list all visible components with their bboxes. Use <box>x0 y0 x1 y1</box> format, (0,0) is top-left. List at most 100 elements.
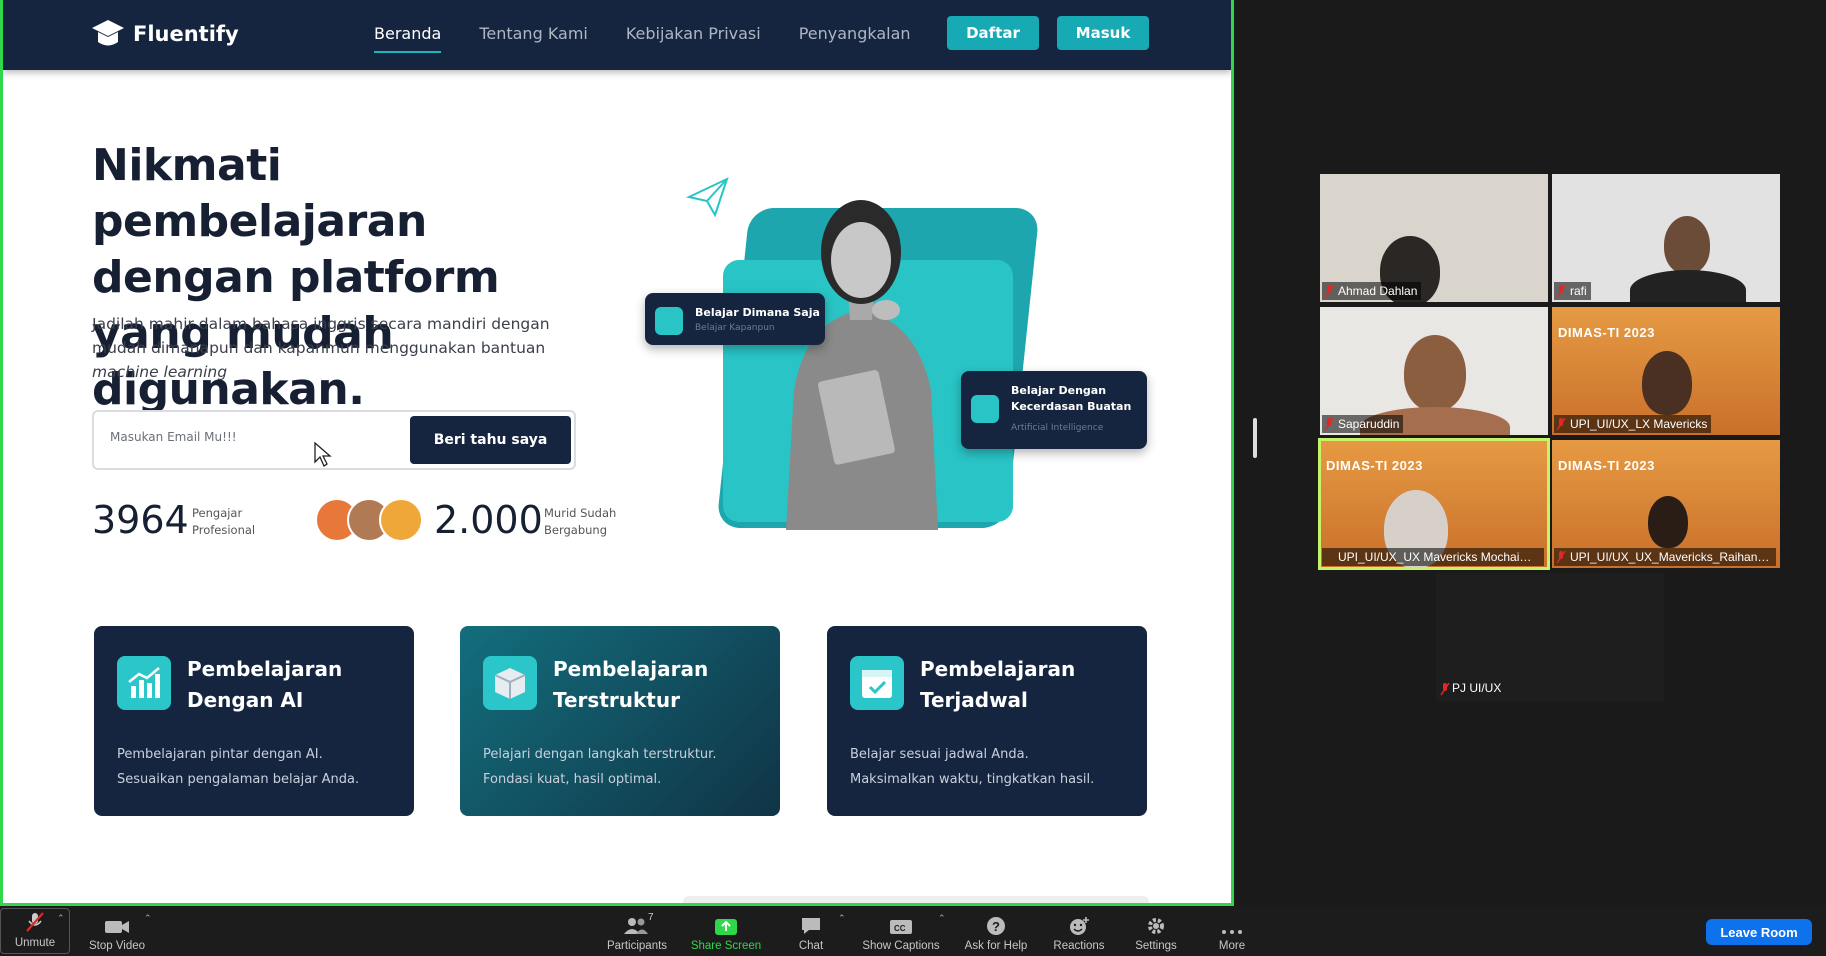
feature-card-ai[interactable]: Pembelajaran Dengan AI Pembelajaran pinta… <box>94 626 414 816</box>
learn-anywhere-card: Belajar Dimana Saja Belajar Kapanpun <box>645 293 825 345</box>
nav-kebijakan-privasi[interactable]: Kebijakan Privasi <box>626 24 761 53</box>
email-input[interactable] <box>110 430 390 444</box>
participants-count: 7 <box>648 912 654 923</box>
site-nav-links: Beranda Tentang Kami Kebijakan Privasi P… <box>374 24 911 53</box>
feature-title-line-2: Terjadwal <box>920 688 1028 712</box>
shared-screen: Fluentify Beranda Tentang Kami Kebijakan… <box>0 0 1234 906</box>
student-count: 2.000 <box>434 498 543 542</box>
calendar-icon <box>850 656 904 710</box>
chart-icon <box>117 656 171 710</box>
more-button[interactable]: More <box>1208 906 1256 956</box>
ai-learning-title-line-1: Belajar Dengan <box>1011 384 1107 397</box>
svg-text:?: ? <box>992 919 1000 934</box>
box-icon <box>483 656 537 710</box>
panel-resize-handle[interactable] <box>1253 418 1257 458</box>
feature-title-line-2: Dengan AI <box>187 688 304 712</box>
stop-video-button[interactable]: Stop Video <box>82 906 152 956</box>
share-screen-label: Share Screen <box>690 940 762 952</box>
captions-icon: CC <box>890 920 912 934</box>
muted-mic-icon <box>1440 682 1450 696</box>
settings-button[interactable]: Settings <box>1126 906 1186 956</box>
participant-name: PJ UI/UX <box>1452 681 1502 695</box>
feature-title: Pembelajaran Dengan AI <box>187 654 342 716</box>
participant-video <box>1664 216 1710 274</box>
muted-mic-icon <box>1556 550 1566 564</box>
hero-illustration: Belajar Dimana Saja Belajar Kapanpun Bel… <box>643 170 1163 530</box>
nav-beranda[interactable]: Beranda <box>374 24 442 53</box>
ask-for-help-button[interactable]: ? Ask for Help <box>958 906 1034 956</box>
zoom-meeting-window: Fluentify Beranda Tentang Kami Kebijakan… <box>0 0 1826 956</box>
participant-tile[interactable]: rafi <box>1552 174 1780 302</box>
learn-anywhere-subtitle: Belajar Kapanpun <box>695 323 775 333</box>
chat-options-caret[interactable]: ⌃ <box>838 913 846 924</box>
email-signup-form: Beri tahu saya <box>92 410 576 470</box>
feature-description: Pembelajaran pintar dengan AI. Sesuaikan … <box>117 742 402 792</box>
event-banner-text: DIMAS-TI 2023 <box>1558 325 1655 340</box>
ask-for-help-label: Ask for Help <box>964 940 1028 952</box>
event-banner-text: DIMAS-TI 2023 <box>1558 458 1655 473</box>
chat-button[interactable]: Chat <box>785 906 837 956</box>
learn-anywhere-title: Belajar Dimana Saja <box>695 306 820 319</box>
teacher-count-label: Pengajar Profesional <box>192 505 255 539</box>
avatar <box>379 498 423 542</box>
site-logo[interactable]: Fluentify <box>91 18 239 50</box>
participant-tile-active-speaker[interactable]: DIMAS-TI 2023 UPI_UI/UX_UX Mavericks Moc… <box>1318 438 1550 570</box>
reactions-button[interactable]: Reactions <box>1048 906 1110 956</box>
feature-desc-line-2: Maksimalkan waktu, tingkatkan hasil. <box>850 772 1095 787</box>
graduation-cap-icon <box>92 20 124 46</box>
screen-icon <box>971 395 999 423</box>
participant-tile[interactable]: Ahmad Dahlan <box>1320 174 1548 302</box>
more-dots-icon <box>1222 930 1242 934</box>
nav-penyangkalan[interactable]: Penyangkalan <box>799 24 911 53</box>
notify-me-button[interactable]: Beri tahu saya <box>410 416 571 464</box>
feature-desc-line-2: Sesuaikan pengalaman belajar Anda. <box>117 772 360 787</box>
event-banner-text: DIMAS-TI 2023 <box>1326 458 1423 473</box>
brand-name: Fluentify <box>133 22 239 46</box>
ai-learning-title-line-2: Kecerdasan Buatan <box>1011 400 1132 413</box>
nav-tentang-kami[interactable]: Tentang Kami <box>479 24 588 53</box>
reactions-label: Reactions <box>1053 940 1105 952</box>
video-camera-icon <box>105 921 129 933</box>
participant-name: UPI_UI/UX_UX Mavericks Mochaimin M... <box>1322 548 1544 566</box>
participant-tile[interactable]: DIMAS-TI 2023 UPI_UI/UX_UX_Mavericks_Rai… <box>1552 440 1780 568</box>
settings-label: Settings <box>1135 940 1177 952</box>
feature-card-scheduled[interactable]: Pembelajaran Terjadwal Belajar sesuai jad… <box>827 626 1147 816</box>
emoji-reaction-icon <box>1070 917 1089 935</box>
feature-card-structured[interactable]: Pembelajaran Terstruktur Pelajari dengan … <box>460 626 780 816</box>
hero-description-emphasis: machine learning <box>92 363 228 381</box>
share-screen-icon <box>715 919 737 935</box>
svg-text:CC: CC <box>894 924 906 933</box>
audio-options-caret[interactable]: ⌃ <box>57 913 65 924</box>
participant-video <box>1648 496 1688 548</box>
unmute-label: Unmute <box>14 937 56 949</box>
daftar-button[interactable]: Daftar <box>947 16 1039 50</box>
ai-learning-card: Belajar Dengan Kecerdasan Buatan Artific… <box>961 371 1147 449</box>
feature-desc-line-2: Fondasi kuat, hasil optimal. <box>483 772 662 787</box>
student-woman-image <box>786 200 938 530</box>
participant-tile[interactable]: DIMAS-TI 2023 UPI_UI/UX_LX Mavericks <box>1552 307 1780 435</box>
muted-mic-icon <box>1324 417 1334 431</box>
mouse-pointer-icon <box>314 442 332 467</box>
participants-button[interactable]: Participants <box>603 906 671 956</box>
show-captions-label: Show Captions <box>862 940 940 952</box>
participant-tile[interactable]: Saparuddin <box>1320 307 1548 435</box>
gear-icon <box>1148 918 1164 934</box>
participant-video <box>1404 335 1466 411</box>
share-screen-button[interactable]: Share Screen <box>688 906 764 956</box>
teacher-count: 3964 <box>92 498 189 542</box>
show-captions-button[interactable]: CC Show Captions <box>858 906 944 956</box>
book-icon <box>655 307 683 335</box>
muted-mic-icon <box>1324 284 1334 298</box>
video-options-caret[interactable]: ⌃ <box>144 913 152 924</box>
student-label-line-2: Bergabung <box>544 523 608 537</box>
meeting-toolbar: Unmute ⌃ Stop Video ⌃ Participants 7 Sha… <box>0 906 1826 956</box>
leave-room-button[interactable]: Leave Room <box>1706 919 1812 945</box>
feature-description: Pelajari dengan langkah terstruktur. Fond… <box>483 742 768 792</box>
captions-options-caret[interactable]: ⌃ <box>938 913 946 924</box>
masuk-button[interactable]: Masuk <box>1057 16 1149 50</box>
chat-bubble-icon <box>802 918 820 934</box>
hero-description-text: Jadilah mahir dalam bahasa inggris secar… <box>92 315 550 357</box>
participant-name: Saparuddin <box>1322 415 1404 433</box>
feature-desc-line-1: Pelajari dengan langkah terstruktur. <box>483 747 717 762</box>
feature-title: Pembelajaran Terstruktur <box>553 654 708 716</box>
